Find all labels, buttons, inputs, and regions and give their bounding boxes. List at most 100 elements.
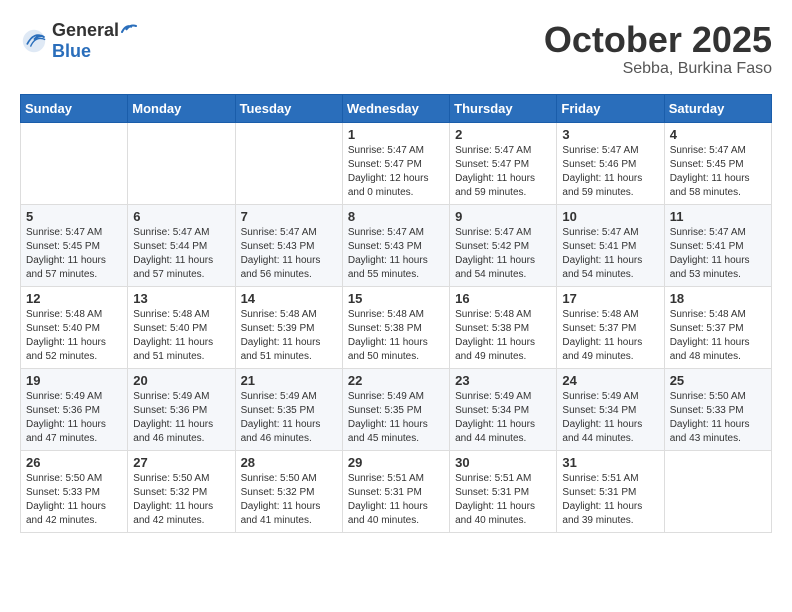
day-number: 17 (562, 291, 658, 306)
day-number: 23 (455, 373, 551, 388)
calendar-day-cell: 9 Sunrise: 5:47 AMSunset: 5:42 PMDaylight… (450, 204, 557, 286)
daylight-text: Daylight: 11 hours and 59 minutes. (455, 172, 551, 200)
day-info: Sunrise: 5:48 AMSunset: 5:40 PMDaylight:… (133, 308, 229, 364)
page-header: General Blue October 2025 Sebba, Burkina… (20, 20, 772, 78)
day-info: Sunrise: 5:47 AMSunset: 5:41 PMDaylight:… (670, 226, 766, 282)
sunrise-text: Sunrise: 5:49 AM (348, 390, 444, 404)
sunrise-text: Sunrise: 5:50 AM (26, 472, 122, 486)
daylight-text: Daylight: 12 hours and 0 minutes. (348, 172, 444, 200)
calendar-day-cell: 27Sunrise: 5:50 AMSunset: 5:32 PMDayligh… (128, 450, 235, 532)
sunrise-text: Sunrise: 5:49 AM (241, 390, 337, 404)
day-number: 4 (670, 127, 766, 142)
sunrise-text: Sunrise: 5:47 AM (26, 226, 122, 240)
daylight-text: Daylight: 11 hours and 49 minutes. (562, 336, 658, 364)
daylight-text: Daylight: 11 hours and 51 minutes. (133, 336, 229, 364)
sunrise-text: Sunrise: 5:47 AM (348, 226, 444, 240)
day-number: 11 (670, 209, 766, 224)
day-number: 20 (133, 373, 229, 388)
daylight-text: Daylight: 11 hours and 40 minutes. (455, 500, 551, 528)
calendar-day-cell: 15 Sunrise: 5:48 AMSunset: 5:38 PMDayligh… (342, 286, 449, 368)
day-info: Sunrise: 5:48 AMSunset: 5:37 PMDaylight:… (562, 308, 658, 364)
sunrise-text: Sunrise: 5:47 AM (562, 226, 658, 240)
day-number: 2 (455, 127, 551, 142)
daylight-text: Daylight: 11 hours and 54 minutes. (455, 254, 551, 282)
sunrise-text: Sunrise: 5:47 AM (455, 144, 551, 158)
weekday-header-wednesday: Wednesday (342, 94, 449, 122)
sunrise-text: Sunrise: 5:49 AM (26, 390, 122, 404)
sunrise-text: Sunrise: 5:47 AM (670, 144, 766, 158)
calendar-day-cell: 24 Sunrise: 5:49 AMSunset: 5:34 PMDayligh… (557, 368, 664, 450)
day-number: 12 (26, 291, 122, 306)
day-info: Sunrise: 5:47 AMSunset: 5:47 PMDaylight:… (348, 144, 444, 200)
logo-text-general: General (52, 20, 119, 41)
day-number: 24 (562, 373, 658, 388)
calendar-empty-cell (128, 122, 235, 204)
day-number: 13 (133, 291, 229, 306)
day-number: 9 (455, 209, 551, 224)
calendar-day-cell: 7Sunrise: 5:47 AMSunset: 5:43 PMDaylight… (235, 204, 342, 286)
calendar-day-cell: 26Sunrise: 5:50 AMSunset: 5:33 PMDayligh… (21, 450, 128, 532)
sunrise-text: Sunrise: 5:47 AM (455, 226, 551, 240)
sunset-text: Sunset: 5:47 PM (455, 158, 551, 172)
daylight-text: Daylight: 11 hours and 42 minutes. (26, 500, 122, 528)
calendar-day-cell: 5Sunrise: 5:47 AMSunset: 5:45 PMDaylight… (21, 204, 128, 286)
weekday-header-thursday: Thursday (450, 94, 557, 122)
sunset-text: Sunset: 5:33 PM (670, 404, 766, 418)
day-info: Sunrise: 5:49 AMSunset: 5:35 PMDaylight:… (241, 390, 337, 446)
calendar-day-cell: 4Sunrise: 5:47 AMSunset: 5:45 PMDaylight… (664, 122, 771, 204)
sunset-text: Sunset: 5:47 PM (348, 158, 444, 172)
daylight-text: Daylight: 11 hours and 52 minutes. (26, 336, 122, 364)
sunset-text: Sunset: 5:42 PM (455, 240, 551, 254)
calendar-day-cell: 19Sunrise: 5:49 AMSunset: 5:36 PMDayligh… (21, 368, 128, 450)
sunrise-text: Sunrise: 5:51 AM (455, 472, 551, 486)
calendar-day-cell: 25Sunrise: 5:50 AMSunset: 5:33 PMDayligh… (664, 368, 771, 450)
calendar-table: SundayMondayTuesdayWednesdayThursdayFrid… (20, 94, 772, 533)
sunset-text: Sunset: 5:45 PM (26, 240, 122, 254)
day-number: 28 (241, 455, 337, 470)
calendar-week-row: 19Sunrise: 5:49 AMSunset: 5:36 PMDayligh… (21, 368, 772, 450)
day-number: 21 (241, 373, 337, 388)
sunrise-text: Sunrise: 5:51 AM (562, 472, 658, 486)
calendar-day-cell: 11 Sunrise: 5:47 AMSunset: 5:41 PMDayligh… (664, 204, 771, 286)
calendar-day-cell: 1 Sunrise: 5:47 AMSunset: 5:47 PMDaylight… (342, 122, 449, 204)
day-info: Sunrise: 5:49 AMSunset: 5:35 PMDaylight:… (348, 390, 444, 446)
calendar-day-cell: 13 Sunrise: 5:48 AMSunset: 5:40 PMDayligh… (128, 286, 235, 368)
calendar-week-row: 12Sunrise: 5:48 AMSunset: 5:40 PMDayligh… (21, 286, 772, 368)
sunrise-text: Sunrise: 5:47 AM (562, 144, 658, 158)
sunset-text: Sunset: 5:39 PM (241, 322, 337, 336)
calendar-day-cell: 6Sunrise: 5:47 AMSunset: 5:44 PMDaylight… (128, 204, 235, 286)
calendar-day-cell: 10Sunrise: 5:47 AMSunset: 5:41 PMDayligh… (557, 204, 664, 286)
day-info: Sunrise: 5:47 AMSunset: 5:45 PMDaylight:… (26, 226, 122, 282)
day-number: 1 (348, 127, 444, 142)
day-info: Sunrise: 5:47 AMSunset: 5:44 PMDaylight:… (133, 226, 229, 282)
sunrise-text: Sunrise: 5:48 AM (455, 308, 551, 322)
calendar-day-cell: 3Sunrise: 5:47 AMSunset: 5:46 PMDaylight… (557, 122, 664, 204)
calendar-week-row: 1Sunrise: 5:47 AMSunset: 5:47 PMDaylight… (21, 122, 772, 204)
daylight-text: Daylight: 11 hours and 54 minutes. (562, 254, 658, 282)
day-info: Sunrise: 5:48 AMSunset: 5:37 PMDaylight:… (670, 308, 766, 364)
sunset-text: Sunset: 5:36 PM (133, 404, 229, 418)
sunset-text: Sunset: 5:35 PM (348, 404, 444, 418)
calendar-day-cell: 8Sunrise: 5:47 AMSunset: 5:43 PMDaylight… (342, 204, 449, 286)
sunset-text: Sunset: 5:40 PM (133, 322, 229, 336)
calendar-empty-cell (664, 450, 771, 532)
weekday-header-friday: Friday (557, 94, 664, 122)
daylight-text: Daylight: 11 hours and 42 minutes. (133, 500, 229, 528)
day-info: Sunrise: 5:47 AMSunset: 5:42 PMDaylight:… (455, 226, 551, 282)
daylight-text: Daylight: 11 hours and 58 minutes. (670, 172, 766, 200)
daylight-text: Daylight: 11 hours and 46 minutes. (241, 418, 337, 446)
day-number: 7 (241, 209, 337, 224)
weekday-header-monday: Monday (128, 94, 235, 122)
calendar-day-cell: 17 Sunrise: 5:48 AMSunset: 5:37 PMDayligh… (557, 286, 664, 368)
title-area: October 2025 Sebba, Burkina Faso (544, 20, 772, 78)
sunset-text: Sunset: 5:36 PM (26, 404, 122, 418)
day-info: Sunrise: 5:48 AMSunset: 5:38 PMDaylight:… (348, 308, 444, 364)
day-info: Sunrise: 5:49 AMSunset: 5:34 PMDaylight:… (455, 390, 551, 446)
day-info: Sunrise: 5:49 AMSunset: 5:34 PMDaylight:… (562, 390, 658, 446)
sunset-text: Sunset: 5:35 PM (241, 404, 337, 418)
calendar-week-row: 5Sunrise: 5:47 AMSunset: 5:45 PMDaylight… (21, 204, 772, 286)
logo-bird-icon (120, 22, 138, 36)
day-number: 15 (348, 291, 444, 306)
calendar-day-cell: 20Sunrise: 5:49 AMSunset: 5:36 PMDayligh… (128, 368, 235, 450)
day-number: 31 (562, 455, 658, 470)
